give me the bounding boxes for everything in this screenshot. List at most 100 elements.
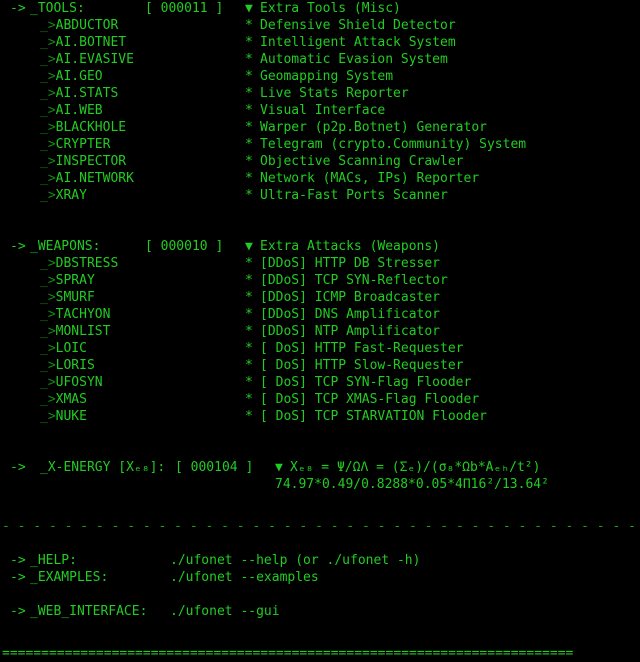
section-label-weapons: _WEAPONS:	[30, 239, 101, 254]
weapon-description: [DDoS] HTTP DB Stresser	[260, 256, 441, 271]
sub-marker-icon: _>	[40, 86, 56, 101]
arrow-marker: ->	[10, 553, 26, 568]
list-item[interactable]: _>TACHYON * [DDoS] DNS Amplificator	[0, 306, 640, 323]
weapon-description: [DDoS] TCP SYN-Reflector	[260, 273, 448, 288]
section-counter-xenergy: [ 000104 ]	[175, 460, 254, 475]
list-item[interactable]: _>LOIC * [ DoS] HTTP Fast-Requester	[0, 340, 640, 357]
list-item[interactable]: _>XRAY * Ultra-Fast Ports Scanner	[0, 187, 640, 204]
section-header-tools: -> _TOOLS: [ 000011 ] ▼ Extra Tools (Mis…	[0, 0, 640, 17]
tool-name: AI.WEB	[55, 103, 103, 118]
list-item[interactable]: _>LORIS * [ DoS] HTTP Slow-Requester	[0, 357, 640, 374]
sub-marker-icon: _>	[40, 52, 56, 67]
list-item[interactable]: _>BLACKHOLE * Warper (p2p.Botnet) Genera…	[0, 119, 640, 136]
list-item[interactable]: _>AI.BOTNET * Intelligent Attack System	[0, 34, 640, 51]
list-item[interactable]: _>SMURF * [DDoS] ICMP Broadcaster	[0, 289, 640, 306]
list-item[interactable]: _>CRYPTER * Telegram (crypto.Community) …	[0, 136, 640, 153]
sub-marker-icon: _>	[40, 154, 56, 169]
help-command: ./ufonet --examples	[170, 570, 319, 585]
tool-name: BLACKHOLE	[55, 120, 127, 135]
weapon-description: [ DoS] HTTP Fast-Requester	[260, 341, 464, 356]
sub-marker-icon: _>	[40, 341, 56, 356]
list-item[interactable]: _>DBSTRESS * [DDoS] HTTP DB Stresser	[0, 255, 640, 272]
web-interface-command: ./ufonet --gui	[170, 604, 280, 619]
weapon-name: SMURF	[55, 290, 95, 305]
bullet-icon: *	[245, 392, 253, 407]
triangle-down-icon: ▼	[245, 1, 253, 16]
section-counter-weapons: [ 000010 ]	[145, 239, 224, 254]
list-item[interactable]: _>AI.GEO * Geomapping System	[0, 68, 640, 85]
sub-marker-icon: _>	[40, 307, 56, 322]
section-title-weapons: Extra Attacks (Weapons)	[260, 239, 441, 254]
arrow-marker: ->	[10, 460, 26, 475]
tool-description: Live Stats Reporter	[260, 86, 409, 101]
bullet-icon: *	[245, 324, 253, 339]
list-item[interactable]: _>UFOSYN * [ DoS] TCP SYN-Flag Flooder	[0, 374, 640, 391]
bullet-icon: *	[245, 409, 253, 424]
tool-description: Geomapping System	[260, 69, 394, 84]
tool-name: AI.EVASIVE	[55, 52, 134, 67]
section-title-tools: Extra Tools (Misc)	[260, 1, 401, 16]
weapon-description: [DDoS] ICMP Broadcaster	[260, 290, 441, 305]
list-item[interactable]: _>INSPECTOR * Objective Scanning Crawler	[0, 153, 640, 170]
tool-name: ABDUCTOR	[55, 18, 119, 33]
sub-marker-icon: _>	[40, 137, 56, 152]
tool-name: XRAY	[55, 188, 87, 203]
section-header-weapons: -> _WEAPONS: [ 000010 ] ▼ Extra Attacks …	[0, 238, 640, 255]
section-counter-tools: [ 000011 ]	[145, 1, 224, 16]
list-item[interactable]: _>XMAS * [ DoS] TCP XMAS-Flag Flooder	[0, 391, 640, 408]
arrow-marker: ->	[10, 570, 26, 585]
bullet-icon: *	[245, 290, 253, 305]
list-item[interactable]: _>MONLIST * [DDoS] NTP Amplificator	[0, 323, 640, 340]
sub-marker-icon: _>	[40, 35, 56, 50]
list-item[interactable]: _>AI.STATS * Live Stats Reporter	[0, 85, 640, 102]
list-item[interactable]: _>ABDUCTOR * Defensive Shield Detector	[0, 17, 640, 34]
list-item[interactable]: _>SPRAY * [DDoS] TCP SYN-Reflector	[0, 272, 640, 289]
help-label: _EXAMPLES:	[30, 570, 109, 585]
tool-description: Automatic Evasion System	[260, 52, 448, 67]
weapon-name: DBSTRESS	[55, 256, 119, 271]
help-row-examples[interactable]: -> _EXAMPLES: ./ufonet --examples	[0, 569, 640, 586]
weapon-name: NUKE	[55, 409, 87, 424]
arrow-marker: ->	[10, 239, 26, 254]
web-interface-label: _WEB_INTERFACE:	[30, 604, 148, 619]
tool-description: Telegram (crypto.Community) System	[260, 137, 527, 152]
bullet-icon: *	[245, 120, 253, 135]
tool-description: Network (MACs, IPs) Reporter	[260, 171, 480, 186]
divider-dashed: - - - - - - - - - - - - - - - - - - - - …	[2, 519, 636, 534]
tool-description: Ultra-Fast Ports Scanner	[260, 188, 448, 203]
help-row-web-interface[interactable]: -> _WEB_INTERFACE: ./ufonet --gui	[0, 603, 640, 620]
tool-description: Warper (p2p.Botnet) Generator	[260, 120, 487, 135]
weapon-description: [ DoS] HTTP Slow-Requester	[260, 358, 464, 373]
sub-marker-icon: _>	[40, 324, 56, 339]
tool-name: INSPECTOR	[55, 154, 127, 169]
list-item[interactable]: _>NUKE * [ DoS] TCP STARVATION Flooder	[0, 408, 640, 425]
weapon-description: [DDoS] DNS Amplificator	[260, 307, 441, 322]
bullet-icon: *	[245, 307, 253, 322]
tool-description: Objective Scanning Crawler	[260, 154, 464, 169]
list-item[interactable]: _>AI.WEB * Visual Interface	[0, 102, 640, 119]
weapon-name: MONLIST	[55, 324, 111, 339]
xenergy-formula-line2-row: 74.97*0.49/0.8288*0.05*4Π16²/13.64²	[0, 476, 640, 493]
terminal-screen: -> _TOOLS: [ 000011 ] ▼ Extra Tools (Mis…	[0, 0, 640, 661]
tool-name: CRYPTER	[55, 137, 111, 152]
sub-marker-icon: _>	[40, 188, 56, 203]
help-row-help[interactable]: -> _HELP: ./ufonet --help (or ./ufonet -…	[0, 552, 640, 569]
list-item[interactable]: _>AI.NETWORK * Network (MACs, IPs) Repor…	[0, 170, 640, 187]
bullet-icon: *	[245, 18, 253, 33]
list-item[interactable]: _>AI.EVASIVE * Automatic Evasion System	[0, 51, 640, 68]
